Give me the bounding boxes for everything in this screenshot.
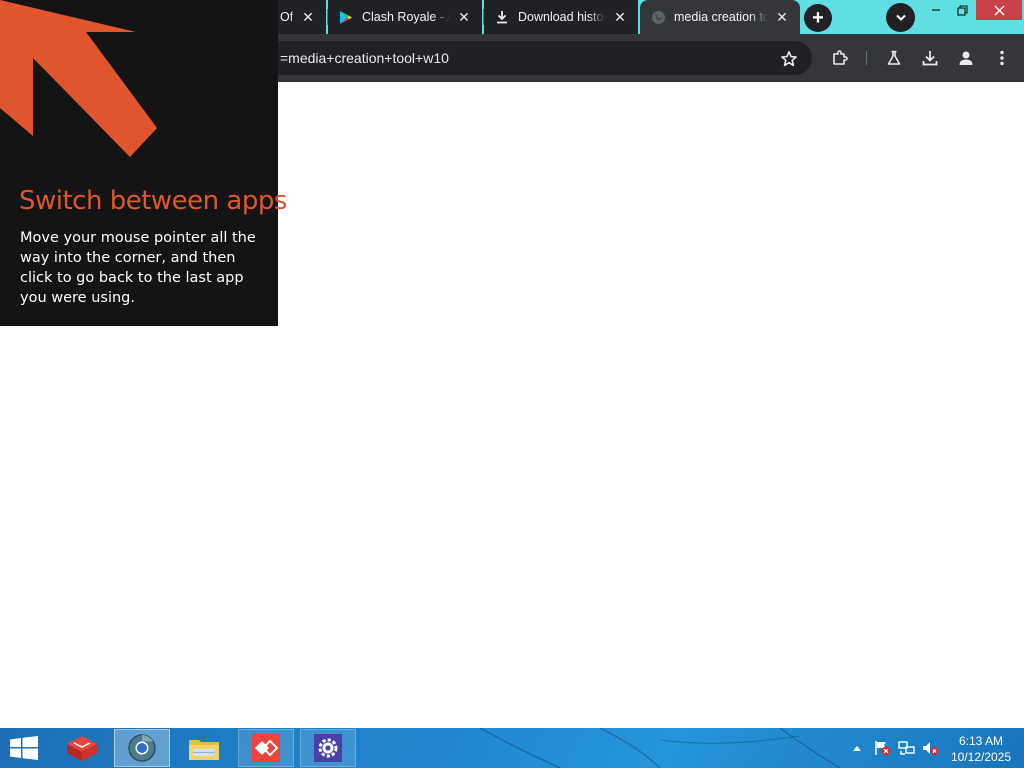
kebab-menu-icon xyxy=(1000,50,1004,66)
file-explorer-icon xyxy=(189,740,219,760)
taskbar-app-file-explorer[interactable] xyxy=(176,729,232,767)
network-icon xyxy=(897,741,915,755)
taskbar: 6:13 AM 10/12/2025 xyxy=(0,728,1024,768)
flask-icon xyxy=(887,50,901,65)
tab-download-history[interactable]: Download history ✕ xyxy=(484,0,638,34)
tab-cutoff[interactable]: Of ✕ xyxy=(278,0,326,34)
close-icon[interactable]: ✕ xyxy=(774,9,790,25)
windows-logo-icon xyxy=(10,736,38,760)
tip-body: Move your mouse pointer all the way into… xyxy=(20,230,256,306)
corner-arrow-icon xyxy=(0,0,157,157)
tab-title: media creation tool xyxy=(674,10,768,24)
chrome-app-icon xyxy=(128,734,156,762)
start-button[interactable] xyxy=(8,734,40,762)
tab-title: Download history xyxy=(518,10,606,24)
download-icon xyxy=(494,9,510,25)
tab-search-button[interactable] xyxy=(886,3,915,32)
show-hidden-icons-button[interactable] xyxy=(849,728,865,768)
tab-media-creation-tool[interactable]: media creation tool ✕ xyxy=(640,0,800,34)
restore-button[interactable] xyxy=(950,0,974,20)
volume-muted-icon xyxy=(922,742,938,755)
puzzle-icon xyxy=(833,50,848,65)
address-text[interactable]: =media+creation+tool+w10 xyxy=(280,50,449,66)
restore-icon xyxy=(956,4,968,16)
star-icon xyxy=(781,51,797,67)
volume-button[interactable] xyxy=(920,728,940,768)
close-icon[interactable]: ✕ xyxy=(612,9,628,25)
action-center-flag-icon xyxy=(874,741,890,756)
chevron-down-icon xyxy=(895,14,906,21)
red-cube-app-icon xyxy=(67,736,97,761)
globe-icon xyxy=(650,9,666,25)
person-icon xyxy=(959,51,973,65)
network-button[interactable] xyxy=(896,728,916,768)
download-icon xyxy=(922,51,938,66)
google-play-icon xyxy=(338,9,354,25)
clock-time: 6:13 AM xyxy=(958,734,1004,748)
action-center-button[interactable] xyxy=(872,728,892,768)
more-menu-button[interactable] xyxy=(990,46,1014,70)
tab-title: Of xyxy=(280,10,294,24)
system-clock[interactable]: 6:13 AM 10/12/2025 xyxy=(946,733,1016,765)
tab-clash-royale[interactable]: Clash Royale - Ap ✕ xyxy=(328,0,482,34)
minimize-icon xyxy=(932,9,940,11)
minimize-button[interactable] xyxy=(924,0,948,20)
downloads-button[interactable] xyxy=(918,46,942,70)
new-tab-button[interactable]: + xyxy=(804,4,832,32)
close-icon[interactable]: ✕ xyxy=(456,9,472,25)
close-icon xyxy=(994,5,1004,15)
switch-apps-tip: Switch between apps Move your mouse poin… xyxy=(0,0,287,326)
bookmark-star-button[interactable] xyxy=(778,48,800,70)
taskbar-app-anydesk[interactable] xyxy=(238,729,294,767)
tab-title: Clash Royale - Ap xyxy=(362,10,450,24)
chevron-up-icon xyxy=(853,746,861,751)
anydesk-icon xyxy=(252,734,280,762)
tip-title: Switch between apps xyxy=(19,186,287,216)
window-close-button[interactable] xyxy=(976,0,1022,20)
profile-button[interactable] xyxy=(954,46,978,70)
settings-gear-icon xyxy=(314,734,342,762)
taskbar-app-red-cube[interactable] xyxy=(54,729,110,767)
extensions-button[interactable] xyxy=(828,46,852,70)
close-icon[interactable]: ✕ xyxy=(300,9,316,25)
taskbar-app-settings[interactable] xyxy=(300,729,356,767)
clock-date: 10/12/2025 xyxy=(950,750,1012,764)
plus-icon: + xyxy=(812,6,824,29)
toolbar-divider xyxy=(866,51,867,65)
labs-button[interactable] xyxy=(882,46,906,70)
taskbar-app-chrome[interactable] xyxy=(114,729,170,767)
